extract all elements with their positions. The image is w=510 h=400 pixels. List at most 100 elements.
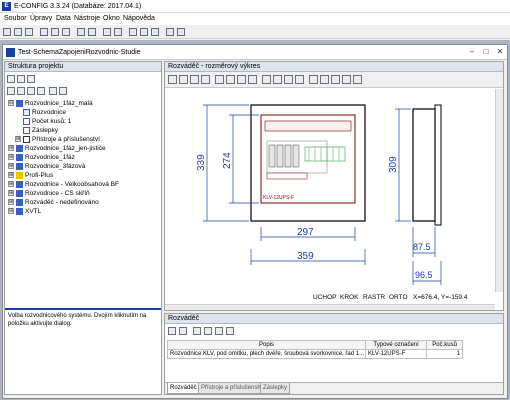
menu-soubor[interactable]: Soubor <box>4 15 27 22</box>
tree-item-project-6[interactable]: ⊞ Rozvodnice - Velkoobsahová BF <box>8 180 119 189</box>
tree-item-zaslepky[interactable]: Záslepky <box>23 126 58 135</box>
tree-item-count[interactable]: Počet kusů: 1 <box>23 117 71 126</box>
price-icon[interactable] <box>49 87 57 95</box>
close-button[interactable]: ✕ <box>494 46 506 57</box>
select-icon[interactable] <box>215 75 224 84</box>
pan-icon[interactable] <box>284 75 293 84</box>
find-icon[interactable] <box>114 28 122 36</box>
line-icon[interactable] <box>237 75 246 84</box>
zoom-in-icon[interactable] <box>309 75 318 84</box>
properties-icon[interactable] <box>166 28 174 36</box>
tree-item-rozvodnice[interactable]: Rozvodnice <box>23 108 66 117</box>
paste-icon[interactable] <box>201 75 210 84</box>
binoculars-icon[interactable] <box>140 28 148 36</box>
tree-item-root[interactable]: ⊟ Rozvodnice_1fáz_malá <box>8 99 93 108</box>
refresh-icon[interactable] <box>179 327 187 335</box>
project-panel-title: Struktura projektu <box>5 62 161 72</box>
col-popis[interactable]: Popis <box>167 340 366 350</box>
grid-icon[interactable] <box>27 87 35 95</box>
menu-napoveda[interactable]: Nápověda <box>123 15 155 22</box>
zoom-fit-icon[interactable] <box>353 75 362 84</box>
tree-item-project-9[interactable]: ⊞ XVTL <box>8 207 41 216</box>
zoom-all-icon[interactable] <box>342 75 351 84</box>
cut-icon[interactable] <box>40 28 48 36</box>
save-icon[interactable] <box>25 28 33 36</box>
measure-icon[interactable] <box>273 75 282 84</box>
app-logo-icon: E <box>2 2 11 11</box>
sum-icon[interactable] <box>59 87 67 95</box>
drawing-status-bar: UCHOP KROK RASTR ORTO X=676.4, Y=-159.4 <box>165 292 503 304</box>
add-icon[interactable] <box>7 75 15 83</box>
col-typove-oznaceni[interactable]: Typové označení <box>364 340 428 350</box>
print-icon[interactable] <box>103 28 111 36</box>
delete-icon[interactable] <box>27 75 35 83</box>
tab-zaslepky[interactable]: Záslepky <box>260 383 291 394</box>
copy-icon[interactable] <box>51 28 59 36</box>
help-icon[interactable] <box>177 28 185 36</box>
snap-toggle[interactable]: UCHOP <box>313 292 336 304</box>
properties-icon[interactable] <box>226 327 234 335</box>
table-row[interactable]: Rozvodnice KLV, pod omítku, plech dvéře,… <box>167 349 463 359</box>
drawing-panel: Rozváděč - rozměrový výkres KLV-12UPS-F … <box>164 61 504 311</box>
delete-icon[interactable] <box>215 327 223 335</box>
step-toggle[interactable]: KROK <box>340 292 358 304</box>
zoom-out-icon[interactable] <box>320 75 329 84</box>
percent-icon[interactable] <box>37 87 45 95</box>
rectangle-icon[interactable] <box>248 75 257 84</box>
main-toolbar <box>0 26 510 39</box>
count-icon <box>23 117 30 125</box>
tree-item-project-4[interactable]: ⊞ Rozvodnice_3fázová <box>8 162 85 171</box>
bottom-panel-title: Rozváděč <box>165 314 503 324</box>
bottom-tabs: Rozváděč Přístroje a příslušenství Zásle… <box>165 382 503 394</box>
menu-upravy[interactable]: Úpravy <box>30 15 52 22</box>
tree-item-project-8[interactable]: ⊞ Rozváděč - nedefinováno <box>8 198 99 207</box>
menu-bar: Soubor Úpravy Data Nástroje Okno Nápověd… <box>0 13 510 25</box>
export-icon[interactable] <box>179 75 188 84</box>
grid-toggle[interactable]: RASTR <box>363 292 385 304</box>
tab-rozvadec[interactable]: Rozváděč <box>167 383 200 394</box>
tree-item-pristroje[interactable]: ⊞ Přístroje a příslušenství <box>15 135 100 144</box>
paste-icon[interactable] <box>17 87 25 95</box>
dim-depth-2: 96.5 <box>415 270 433 280</box>
tree-view-icon[interactable] <box>129 28 137 36</box>
minimize-button[interactable]: – <box>466 46 478 57</box>
print-icon[interactable] <box>168 75 177 84</box>
drawing-vertical-scrollbar[interactable] <box>495 89 503 292</box>
tree-item-project-7[interactable]: ⊞ Rozvodnice - CS skříň <box>8 189 90 198</box>
dim-height-inner: 274 <box>222 152 233 169</box>
cabinet-icon <box>16 180 23 188</box>
maximize-button[interactable]: □ <box>480 46 492 57</box>
undo-icon[interactable] <box>77 28 85 36</box>
tree-item-project-3[interactable]: ⊞ Rozvodnice_1fáz <box>8 153 75 162</box>
document-icon <box>6 48 15 57</box>
open-folder-icon[interactable] <box>14 28 22 36</box>
zoom-window-icon[interactable] <box>331 75 340 84</box>
tab-pristroje[interactable]: Přístroje a příslušenství <box>198 383 267 394</box>
dimension-icon[interactable] <box>262 75 271 84</box>
cabinet-icon <box>16 162 23 170</box>
drawing-horizontal-scrollbar[interactable] <box>165 304 495 310</box>
table-icon[interactable] <box>151 28 159 36</box>
rotate-icon[interactable] <box>295 75 304 84</box>
tree-item-project-5[interactable]: ⊞ Profi-Plus <box>8 171 53 180</box>
cell-type: KLV-12UPS-F <box>364 349 428 359</box>
ortho-toggle[interactable]: ORTO <box>389 292 408 304</box>
edit-icon[interactable] <box>17 75 25 83</box>
copy-icon[interactable] <box>193 327 201 335</box>
paste-icon[interactable] <box>62 28 70 36</box>
menu-data[interactable]: Data <box>56 15 71 22</box>
copy-icon[interactable] <box>7 87 15 95</box>
redo-icon[interactable] <box>88 28 96 36</box>
paste-icon[interactable] <box>204 327 212 335</box>
menu-okno[interactable]: Okno <box>103 15 120 22</box>
layers-icon[interactable] <box>226 75 235 84</box>
new-file-icon[interactable] <box>3 28 11 36</box>
edit-icon[interactable] <box>168 327 176 335</box>
tree-item-project-2[interactable]: ⊞ Rozvodnice_1fáz_jen-jističe <box>8 144 106 153</box>
bottom-toolbar <box>165 325 503 338</box>
menu-nastroje[interactable]: Nástroje <box>74 15 100 22</box>
dim-side-height: 309 <box>388 156 399 173</box>
copy-icon[interactable] <box>190 75 199 84</box>
col-pocet-kusu[interactable]: Poč.kusů <box>426 340 463 350</box>
drawing-title: Rozváděč - rozměrový výkres <box>165 62 503 72</box>
